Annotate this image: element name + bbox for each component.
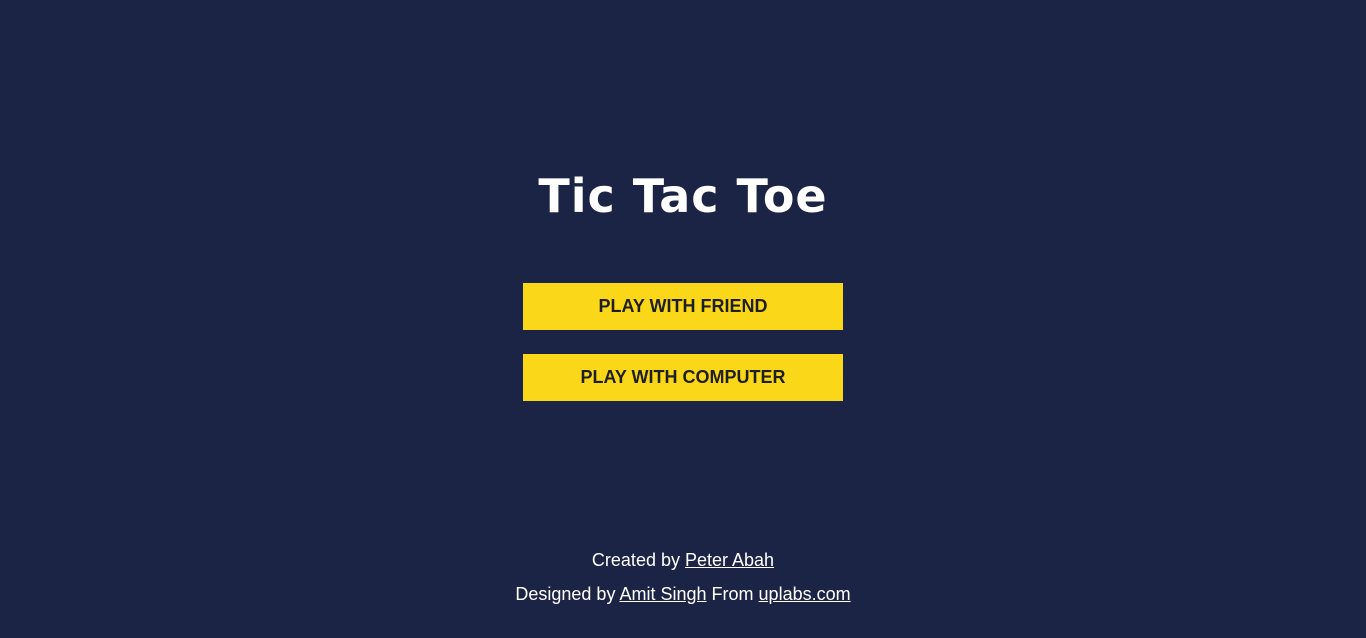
created-by-credit: Created by Peter Abah bbox=[0, 549, 1366, 571]
designed-by-label: Designed by bbox=[515, 584, 616, 604]
designed-by-credit: Designed by Amit Singh From uplabs.com bbox=[0, 583, 1366, 605]
designer-link[interactable]: Amit Singh bbox=[619, 584, 706, 604]
source-link[interactable]: uplabs.com bbox=[759, 584, 851, 604]
play-with-computer-button[interactable]: PLAY WITH COMPUTER bbox=[523, 354, 843, 401]
from-label: From bbox=[711, 584, 754, 604]
created-by-label: Created by bbox=[591, 550, 680, 570]
author-link[interactable]: Peter Abah bbox=[685, 550, 774, 570]
page-title: Tic Tac Toe bbox=[538, 169, 828, 223]
play-with-friend-button[interactable]: PLAY WITH FRIEND bbox=[523, 283, 843, 330]
